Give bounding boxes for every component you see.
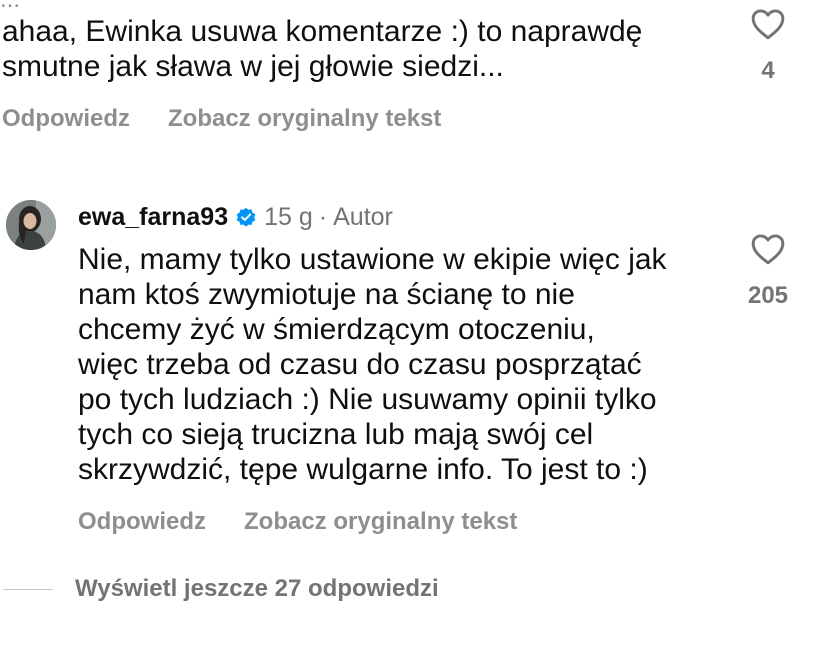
reply-button[interactable]: Odpowiedz (2, 105, 130, 133)
comment-actions: Odpowiedz Zobacz oryginalny tekst (2, 105, 441, 133)
comment-header: ewa_farna93 15 g · Autor (78, 200, 393, 234)
heart-outline-icon[interactable] (750, 8, 786, 40)
comment-actions: Odpowiedz Zobacz oryginalny tekst (78, 508, 517, 536)
comment-text: ahaa, Ewinka usuwa komentarze :) to napr… (2, 15, 643, 83)
meta-separator: · (318, 202, 328, 231)
heart-outline-icon[interactable] (750, 233, 786, 265)
see-original-text-button[interactable]: Zobacz oryginalny tekst (168, 105, 441, 133)
previous-comment-header-cropped: ... (0, 0, 20, 14)
avatar-image (6, 200, 56, 250)
see-original-text-button[interactable]: Zobacz oryginalny tekst (244, 508, 517, 536)
comment-time: 15 g (264, 202, 313, 231)
verified-badge-icon (236, 207, 256, 227)
like-count: 205 (747, 282, 789, 309)
comment-like-group: 4 (733, 8, 803, 85)
like-count: 4 (761, 57, 775, 84)
author-badge: Autor (333, 202, 393, 231)
comment-text: Nie, mamy tylko ustawione w ekipie więc … (78, 243, 667, 486)
replies-divider-line (3, 588, 53, 590)
view-more-replies-button[interactable]: Wyświetl jeszcze 27 odpowiedzi (0, 575, 439, 603)
comment-like-group: 205 (733, 233, 803, 310)
avatar[interactable] (6, 200, 56, 250)
reply-button[interactable]: Odpowiedz (78, 508, 206, 536)
username-link[interactable]: ewa_farna93 (78, 203, 228, 232)
view-more-replies-label: Wyświetl jeszcze 27 odpowiedzi (75, 575, 439, 602)
